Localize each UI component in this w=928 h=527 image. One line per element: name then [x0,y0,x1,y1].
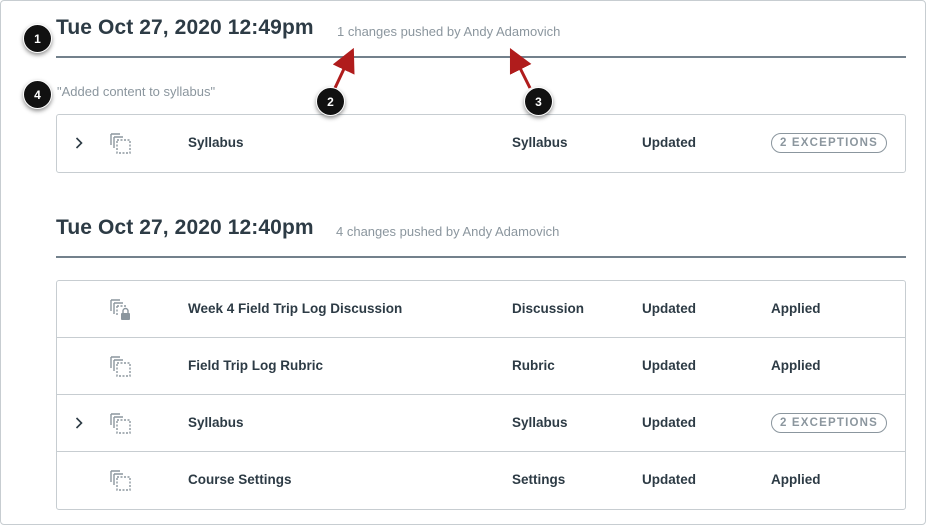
content-type: Syllabus [512,135,568,150]
change-action: Updated [642,358,696,373]
changes-summary: 1 changes pushed by Andy Adamovich [337,24,561,39]
content-type: Rubric [512,358,555,373]
chevron-right-icon[interactable] [73,134,85,152]
copy-pages-icon [109,355,133,379]
changes-table: Week 4 Field Trip Log Discussion Discuss… [56,280,906,510]
annotation-marker-3: 3 [524,87,553,116]
content-type: Settings [512,472,566,487]
content-name: Course Settings [188,472,292,487]
sync-status: Applied [771,358,821,373]
change-action: Updated [642,415,696,430]
locked-copy-icon [109,298,133,322]
change-action: Updated [642,135,696,150]
content-name: Field Trip Log Rubric [188,358,323,373]
content-name: Syllabus [188,415,244,430]
change-action: Updated [642,472,696,487]
sync-history-header: Tue Oct 27, 2020 12:40pm 4 changes pushe… [56,216,906,258]
annotation-marker-1: 1 [23,24,52,53]
sync-status: Applied [771,301,821,316]
chevron-right-icon[interactable] [73,414,85,432]
sync-history-header: Tue Oct 27, 2020 12:49pm 1 changes pushe… [56,16,906,58]
sync-timestamp: Tue Oct 27, 2020 12:40pm [56,216,314,239]
content-type: Discussion [512,301,585,316]
copy-pages-icon [109,469,133,493]
change-action: Updated [642,301,696,316]
table-row: Course Settings Settings Updated Applied [57,452,905,509]
content-name: Week 4 Field Trip Log Discussion [188,301,403,316]
sync-status: Applied [771,472,821,487]
exceptions-badge[interactable]: 2 EXCEPTIONS [771,133,887,153]
annotation-marker-4: 4 [23,80,52,109]
changes-table: Syllabus Syllabus Updated 2 EXCEPTIONS [56,114,906,173]
sync-comment: "Added content to syllabus" [57,84,216,99]
copy-pages-icon [109,132,133,156]
table-row: Week 4 Field Trip Log Discussion Discuss… [57,281,905,338]
copy-pages-icon [109,412,133,436]
content-type: Syllabus [512,415,568,430]
table-row: Field Trip Log Rubric Rubric Updated App… [57,338,905,395]
changes-summary: 4 changes pushed by Andy Adamovich [336,224,560,239]
annotation-marker-2: 2 [316,87,345,116]
table-row: Syllabus Syllabus Updated 2 EXCEPTIONS [57,395,905,452]
content-name: Syllabus [188,135,244,150]
table-row: Syllabus Syllabus Updated 2 EXCEPTIONS [57,115,905,172]
exceptions-badge[interactable]: 2 EXCEPTIONS [771,413,887,433]
sync-timestamp: Tue Oct 27, 2020 12:49pm [56,16,314,39]
